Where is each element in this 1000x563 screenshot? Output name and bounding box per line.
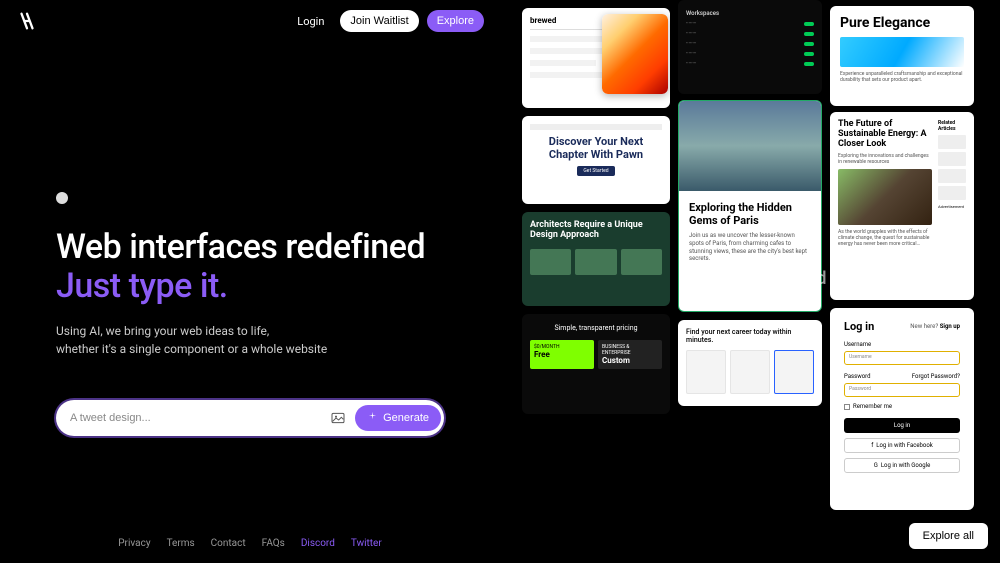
footer-privacy[interactable]: Privacy (118, 538, 150, 549)
nav-buttons: Login Join Waitlist Explore (289, 10, 484, 32)
card-login-password-input: Password (844, 383, 960, 397)
prompt-input[interactable] (70, 412, 329, 424)
card-login[interactable]: Log in New here? Sign up Username Userna… (830, 308, 974, 510)
generate-label: Generate (383, 412, 429, 424)
card-paris-title: Exploring the Hidden Gems of Paris (689, 201, 811, 227)
headline-line1: Web interfaces redefined (56, 228, 444, 267)
card-pricing-free: Free (534, 350, 590, 359)
image-icon[interactable] (329, 409, 347, 427)
sparkle-icon (367, 411, 378, 425)
card-login-username-label: Username (844, 341, 871, 348)
card-login-fb: f Log in with Facebook (844, 438, 960, 453)
card-arch-title: Architects Require a Unique Design Appro… (530, 220, 662, 241)
join-waitlist-button[interactable]: Join Waitlist (340, 10, 418, 32)
left-pane: Login Join Waitlist Explore Web interfac… (0, 0, 500, 563)
brewed-logo[interactable] (16, 10, 38, 32)
card-elegance-title: Pure Elegance (840, 16, 964, 31)
header: Login Join Waitlist Explore (0, 0, 500, 42)
card-login-remember: Remember me (844, 403, 960, 410)
card-login-username-input: Username (844, 351, 960, 365)
footer-faqs[interactable]: FAQs (262, 538, 285, 549)
card-login-signup: New here? Sign up (910, 323, 960, 330)
card-pricing-custom-sub: BUSINESS & ENTERPRISE (602, 344, 658, 356)
card-pawn-title: Discover Your Next Chapter With Pawn (530, 136, 662, 161)
card-pricing-custom: Custom (602, 356, 658, 365)
footer-discord[interactable]: Discord (301, 538, 335, 549)
generate-button[interactable]: Generate (355, 405, 441, 431)
card-energy-sub: Exploring the innovations and challenges… (838, 153, 932, 165)
sub-line2: whether it's a single component or a who… (56, 340, 444, 358)
card-energy[interactable]: The Future of Sustainable Energy: A Clos… (830, 112, 974, 300)
card-elegance-sub: Experience unparalleled craftsmanship an… (840, 71, 964, 83)
card-login-password-label: Password (844, 373, 871, 380)
footer: Privacy Terms Contact FAQs Discord Twitt… (0, 538, 500, 549)
gallery: Made with Brewed brewed Workspaces ·····… (500, 0, 1000, 563)
card-workspaces[interactable]: Workspaces ········ ········ ········ ··… (678, 0, 822, 94)
avatar-dot (56, 192, 68, 204)
card-elegance[interactable]: Pure Elegance Experience unparalleled cr… (830, 6, 974, 106)
card-pricing[interactable]: Simple, transparent pricing $0/MONTH Fre… (522, 314, 670, 414)
card-energy-ad: Advertisement (938, 204, 966, 209)
card-career[interactable]: Find your next career today within minut… (678, 320, 822, 406)
card-login-title: Log in (844, 320, 874, 333)
sub-line1: Using AI, we bring your web ideas to lif… (56, 322, 444, 340)
hero: Web interfaces redefined Just type it. U… (0, 42, 500, 358)
card-login-gg: G Log in with Google (844, 458, 960, 473)
card-energy-title: The Future of Sustainable Energy: A Clos… (838, 120, 932, 150)
card-orange-gradient[interactable] (602, 14, 668, 94)
headline: Web interfaces redefined Just type it. (56, 228, 444, 306)
login-link[interactable]: Login (289, 11, 332, 32)
card-energy-related: Related Articles (938, 120, 966, 132)
right-pane: Made with Brewed brewed Workspaces ·····… (500, 0, 1000, 563)
explore-all-button[interactable]: Explore all (909, 523, 988, 549)
footer-terms[interactable]: Terms (167, 538, 195, 549)
card-pawn-button: Get Started (577, 166, 614, 176)
card-pawn[interactable]: Discover Your Next Chapter With Pawn Get… (522, 116, 670, 204)
card-architects[interactable]: Architects Require a Unique Design Appro… (522, 212, 670, 306)
card-paris[interactable]: Exploring the Hidden Gems of Paris Join … (678, 100, 822, 312)
headline-line2: Just type it. (56, 267, 444, 306)
prompt-bar: Generate (56, 400, 444, 436)
explore-button[interactable]: Explore (427, 10, 484, 32)
card-login-button: Log in (844, 418, 960, 433)
card-workspaces-title: Workspaces (686, 10, 814, 17)
card-paris-text: Join us as we uncover the lesser-known s… (689, 232, 811, 263)
card-career-title: Find your next career today within minut… (686, 328, 814, 344)
card-login-forgot: Forgot Password? (912, 373, 960, 380)
footer-twitter[interactable]: Twitter (351, 538, 382, 549)
footer-contact[interactable]: Contact (211, 538, 246, 549)
subheadline: Using AI, we bring your web ideas to lif… (56, 322, 444, 358)
card-pricing-title: Simple, transparent pricing (530, 324, 662, 332)
